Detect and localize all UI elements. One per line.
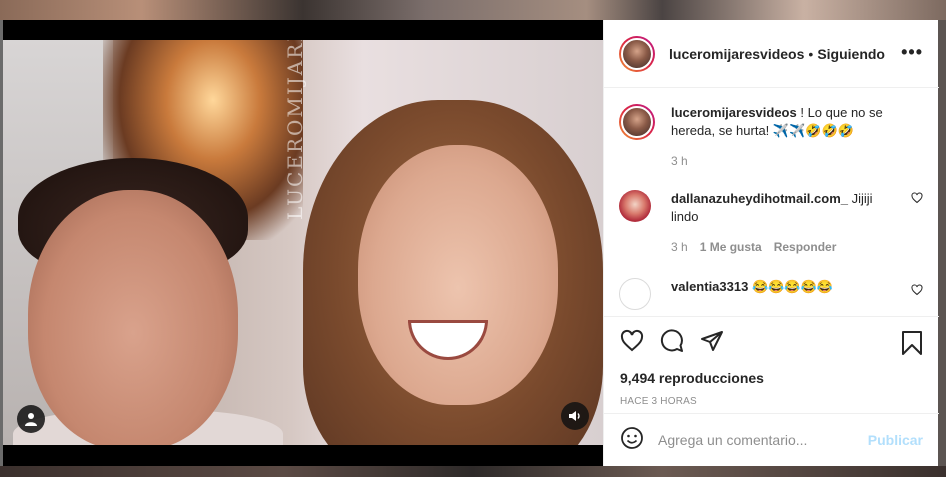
comment-username[interactable]: dallanazuheydihotmail.com_ (671, 191, 848, 206)
comment-item: dallanazuheydihotmail.com_ Jijiji lindo … (619, 190, 923, 256)
feed-background-right (938, 20, 946, 466)
comment-icon[interactable] (660, 328, 684, 358)
author-username[interactable]: luceromijaresvideos (669, 46, 804, 62)
tagged-users-button[interactable] (17, 405, 45, 433)
save-icon[interactable] (901, 331, 923, 360)
video-player[interactable]: LUCEROMIJARESVIDEOS (3, 20, 603, 466)
caption-body: luceromijaresvideos ! Lo que no se hered… (671, 104, 891, 170)
author-avatar-image (621, 37, 653, 70)
audio-toggle-button[interactable] (561, 402, 589, 430)
caption-meta: 3 h (671, 152, 891, 170)
video-frame: LUCEROMIJARESVIDEOS (3, 40, 603, 445)
post-comment-button[interactable]: Publicar (868, 432, 923, 448)
post-side-panel: luceromijaresvideos • Siguiendo ••• luce… (603, 20, 939, 466)
post-header: luceromijaresvideos • Siguiendo ••• (604, 20, 939, 88)
view-count[interactable]: 9,494 reproducciones (620, 370, 923, 386)
action-icons (620, 328, 923, 358)
add-comment-bar: Agrega un comentario... Publicar (604, 413, 939, 466)
comment-likes[interactable]: 1 Me gusta (700, 238, 762, 256)
follow-status-button[interactable]: Siguiendo (817, 46, 885, 62)
video-watermark: LUCEROMIJARESVIDEOS (283, 40, 307, 220)
caption-time[interactable]: 3 h (671, 152, 688, 170)
header-separator: • (808, 45, 814, 62)
comment-body: dallanazuheydihotmail.com_ Jijiji lindo … (671, 190, 891, 256)
feed-background-top (0, 0, 946, 20)
comment-avatar[interactable] (619, 278, 651, 310)
post-timestamp[interactable]: HACE 3 HORAS (620, 396, 923, 407)
comment-body: valentia3313 😂😂😂😂😂 (671, 278, 891, 310)
comment-meta: 3 h 1 Me gusta Responder (671, 238, 891, 256)
speaker-icon (569, 411, 580, 421)
comment-avatar[interactable] (619, 190, 651, 222)
caption-avatar-image (621, 106, 653, 138)
more-options-icon[interactable]: ••• (901, 42, 923, 63)
caption-avatar[interactable] (619, 104, 655, 140)
feed-background-bottom (0, 466, 946, 477)
comment-reply-button[interactable]: Responder (774, 238, 837, 256)
comment-username[interactable]: valentia3313 (671, 279, 748, 294)
comment-text: 😂😂😂😂😂 (748, 279, 833, 294)
user-icon (25, 413, 37, 426)
post-actions: 9,494 reproducciones HACE 3 HORAS (604, 316, 939, 407)
person-right-face (358, 145, 558, 405)
comment-item: valentia3313 😂😂😂😂😂 (619, 278, 923, 310)
person-left-face (28, 190, 238, 445)
comment-input[interactable]: Agrega un comentario... (658, 432, 868, 448)
comment-like-icon[interactable] (911, 192, 923, 207)
caption: luceromijaresvideos ! Lo que no se hered… (619, 104, 923, 170)
share-icon[interactable] (700, 329, 724, 358)
comment-like-icon[interactable] (911, 284, 923, 299)
comment-time[interactable]: 3 h (671, 238, 688, 256)
caption-username[interactable]: luceromijaresvideos (671, 105, 797, 120)
like-icon[interactable] (620, 329, 644, 358)
author-avatar[interactable] (619, 35, 655, 72)
emoji-icon[interactable] (620, 426, 644, 455)
comments-list[interactable]: luceromijaresvideos ! Lo que no se hered… (604, 88, 939, 316)
